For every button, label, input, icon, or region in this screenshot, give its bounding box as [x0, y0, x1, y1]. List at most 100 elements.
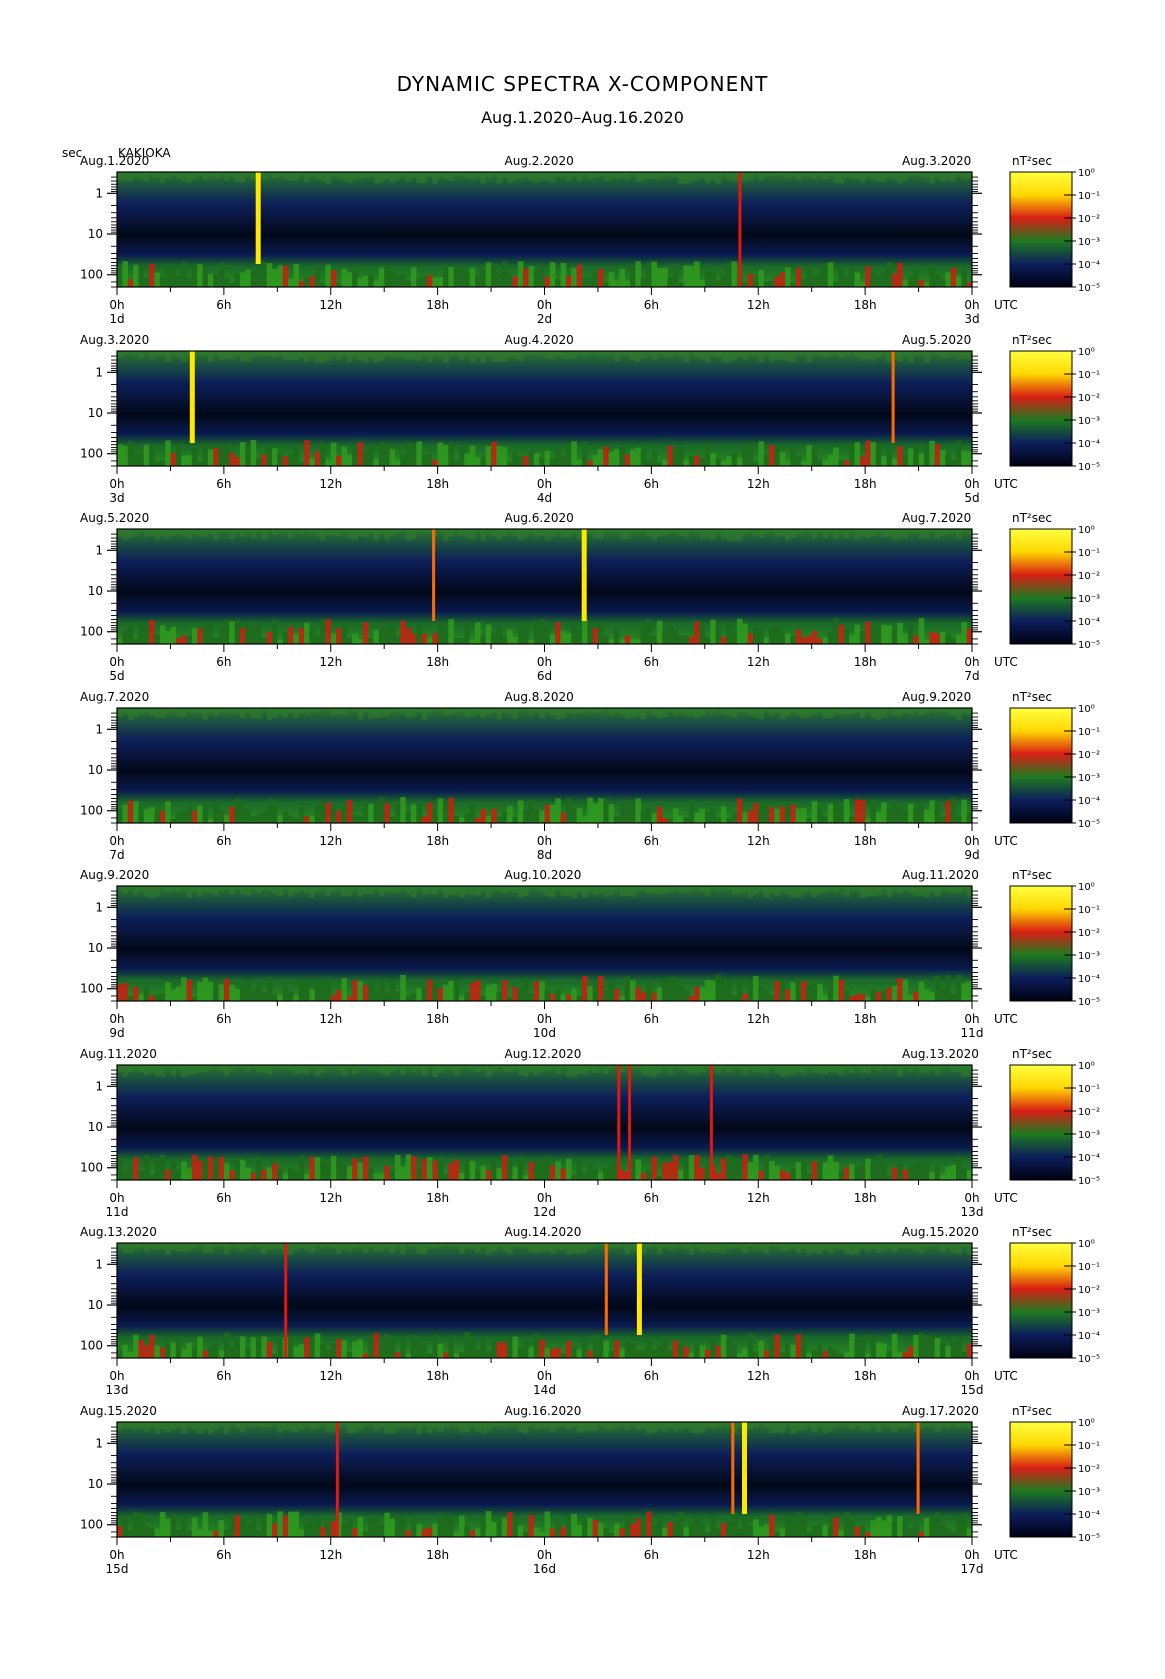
spectral-power-cell — [330, 350, 337, 356]
x-tick-label: 18h — [426, 1191, 449, 1205]
spectral-power-cell — [394, 799, 401, 823]
spectral-power-cell — [293, 1064, 299, 1074]
spectral-power-cell — [961, 269, 967, 287]
spectral-power-cell — [726, 624, 732, 644]
spectral-power-cell — [352, 529, 358, 540]
spectral-power-cell — [197, 460, 203, 466]
spectral-power-cell — [726, 1421, 732, 1427]
spectral-power-cell — [774, 1531, 780, 1537]
spectral-power-cell — [255, 1064, 262, 1073]
spectral-power-cell — [731, 172, 738, 182]
spectral-power-cell — [491, 1064, 497, 1071]
spectral-power-cell — [117, 350, 123, 358]
spectral-power-cell — [683, 816, 690, 823]
spectral-power-cell — [426, 707, 433, 713]
spectral-power-cell — [507, 1064, 513, 1072]
spectral-power-cell — [865, 818, 871, 823]
spectral-power-cell — [736, 886, 743, 894]
spectral-power-cell — [314, 1421, 321, 1428]
x-tick-label: 6h — [216, 1191, 231, 1205]
spectral-power-cell — [822, 1161, 829, 1180]
x-tick-label: 12h — [747, 298, 770, 312]
spectral-power-cell — [421, 1343, 428, 1358]
colorbar-tick-label: 10⁻¹ — [1078, 905, 1100, 916]
spectral-power-cell — [790, 350, 796, 362]
spectral-power-cell — [785, 1064, 791, 1075]
spectral-power-cell — [485, 1350, 492, 1358]
spectral-power-cell — [207, 449, 214, 466]
spectral-power-cell — [202, 886, 209, 893]
spectral-power-cell — [239, 1243, 246, 1251]
spectral-power-cell — [154, 809, 161, 823]
spectral-power-cell — [432, 1243, 438, 1249]
spectral-power-cell — [555, 886, 561, 891]
spectral-power-cell — [699, 621, 706, 644]
spectral-power-cell — [859, 282, 866, 287]
spectral-power-cell — [854, 272, 861, 287]
spectral-power-cell — [368, 1064, 374, 1071]
spectral-power-cell — [918, 1243, 925, 1255]
spectral-power-cell — [357, 981, 364, 1001]
colorbar-tick-label: 10⁻² — [1078, 1464, 1100, 1475]
panel-end-date: Aug.5.2020 — [902, 332, 972, 347]
spectral-power-cell — [603, 989, 609, 1001]
panel-end-date: Aug.11.2020 — [902, 868, 979, 882]
spectral-power-cell — [779, 1528, 786, 1537]
spectral-power-cell — [117, 707, 123, 717]
spectral-power-cell — [507, 707, 513, 713]
spectral-power-cell — [699, 1421, 706, 1433]
spectral-power-cell — [149, 995, 155, 1001]
panel-start-date: Aug.1.2020 — [80, 154, 150, 168]
spectral-power-cell — [710, 980, 716, 1001]
spectral-power-cell — [768, 806, 775, 823]
spectral-power-cell — [485, 1064, 492, 1077]
spectral-power-cell — [341, 978, 348, 1001]
spectral-power-cell — [549, 457, 556, 466]
spectral-power-cell — [715, 458, 722, 466]
spectral-power-cell — [389, 622, 396, 644]
spectral-power-cell — [469, 639, 476, 644]
spectral-power-cell — [827, 454, 834, 466]
spectral-power-cell — [688, 265, 695, 287]
spectral-power-cell — [426, 172, 433, 177]
pulsation-event — [617, 1064, 621, 1180]
spectral-power-cell — [907, 1165, 914, 1180]
spectral-power-cell — [539, 886, 545, 891]
spectral-power-cell — [138, 1170, 145, 1180]
spectral-power-cell — [159, 460, 166, 466]
spectral-power-cell — [186, 1064, 193, 1075]
spectral-power-cell — [694, 621, 700, 644]
spectral-power-cell — [603, 446, 609, 466]
spectral-power-cell — [549, 172, 556, 183]
spectral-power-cell — [127, 1421, 134, 1429]
colorbar-tick-label: 10⁻³ — [1078, 1308, 1100, 1319]
spectral-power-cell — [646, 172, 652, 179]
spectral-power-cell — [565, 529, 572, 538]
spectral-power-cell — [336, 628, 342, 644]
colorbar-unit: nT²sec — [1012, 689, 1052, 704]
spectral-power-cell — [752, 1243, 759, 1251]
spectral-power-cell — [859, 707, 866, 718]
spectral-power-cell — [443, 444, 449, 466]
spectral-power-cell — [159, 1347, 166, 1358]
spectral-power-cell — [229, 621, 235, 644]
spectral-power-cell — [945, 1421, 951, 1428]
spectral-power-cell — [143, 1243, 150, 1253]
colorbar-tick-label: 10⁻⁵ — [1078, 819, 1100, 830]
spectral-power-cell — [870, 989, 877, 1001]
spectral-power-cell — [608, 272, 615, 287]
spectral-power-cell — [785, 172, 791, 179]
panel-mid-date: Aug.2.2020 — [504, 154, 574, 168]
spectral-power-cell — [918, 1064, 925, 1073]
spectral-power-cell — [565, 1341, 572, 1358]
spectral-power-cell — [320, 980, 326, 1001]
spectral-power-cell — [255, 1529, 262, 1537]
day-label: 12d — [533, 1205, 556, 1219]
spectral-power-cell — [154, 1064, 161, 1076]
spectral-power-cell — [501, 886, 508, 894]
spectral-power-cell — [330, 707, 337, 715]
spectral-power-cell — [875, 276, 882, 287]
spectral-power-cell — [229, 1514, 235, 1537]
spectral-power-cell — [480, 1518, 487, 1537]
spectral-power-cell — [662, 1243, 668, 1248]
